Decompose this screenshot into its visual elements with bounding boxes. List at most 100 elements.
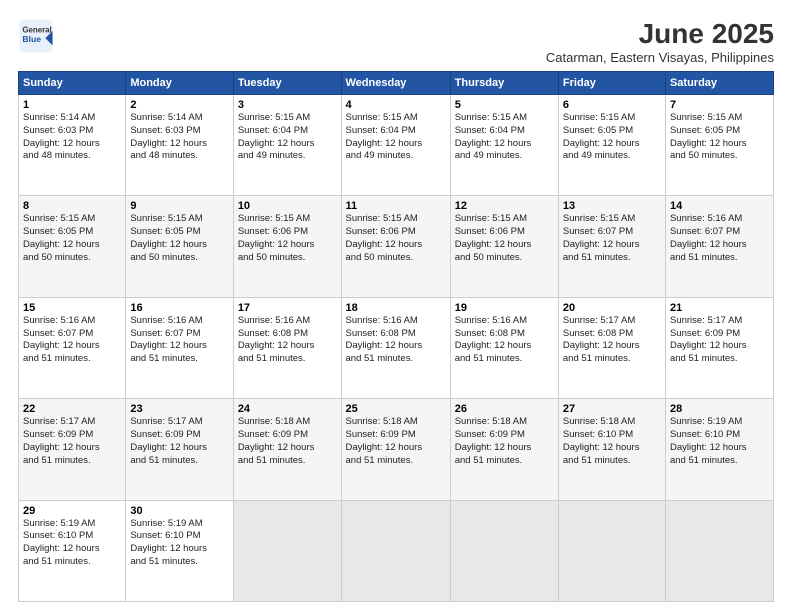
day-info: Sunrise: 5:15 AMSunset: 6:04 PMDaylight:… xyxy=(238,112,337,163)
day-info: Sunrise: 5:15 AMSunset: 6:04 PMDaylight:… xyxy=(346,112,446,163)
logo: General Blue xyxy=(18,18,54,54)
calendar-cell: 24Sunrise: 5:18 AMSunset: 6:09 PMDayligh… xyxy=(233,399,341,500)
day-number: 22 xyxy=(23,403,121,415)
calendar-cell: 3Sunrise: 5:15 AMSunset: 6:04 PMDaylight… xyxy=(233,95,341,196)
calendar-cell: 12Sunrise: 5:15 AMSunset: 6:06 PMDayligh… xyxy=(450,196,558,297)
day-info: Sunrise: 5:15 AMSunset: 6:05 PMDaylight:… xyxy=(130,213,228,264)
calendar-cell: 30Sunrise: 5:19 AMSunset: 6:10 PMDayligh… xyxy=(126,500,233,601)
svg-text:Blue: Blue xyxy=(22,34,41,44)
day-info: Sunrise: 5:16 AMSunset: 6:07 PMDaylight:… xyxy=(130,315,228,366)
calendar-header-friday: Friday xyxy=(558,72,665,95)
day-number: 1 xyxy=(23,99,121,111)
day-number: 23 xyxy=(130,403,228,415)
day-number: 25 xyxy=(346,403,446,415)
day-number: 20 xyxy=(563,302,661,314)
calendar-cell: 2Sunrise: 5:14 AMSunset: 6:03 PMDaylight… xyxy=(126,95,233,196)
calendar-cell: 14Sunrise: 5:16 AMSunset: 6:07 PMDayligh… xyxy=(665,196,773,297)
day-info: Sunrise: 5:17 AMSunset: 6:09 PMDaylight:… xyxy=(670,315,769,366)
day-info: Sunrise: 5:18 AMSunset: 6:09 PMDaylight:… xyxy=(346,416,446,467)
day-number: 30 xyxy=(130,505,228,517)
day-number: 11 xyxy=(346,200,446,212)
title-block: June 2025 Catarman, Eastern Visayas, Phi… xyxy=(546,18,774,65)
calendar-cell: 8Sunrise: 5:15 AMSunset: 6:05 PMDaylight… xyxy=(19,196,126,297)
day-number: 10 xyxy=(238,200,337,212)
day-number: 8 xyxy=(23,200,121,212)
day-number: 19 xyxy=(455,302,554,314)
calendar-header-saturday: Saturday xyxy=(665,72,773,95)
day-info: Sunrise: 5:16 AMSunset: 6:07 PMDaylight:… xyxy=(670,213,769,264)
calendar-cell: 28Sunrise: 5:19 AMSunset: 6:10 PMDayligh… xyxy=(665,399,773,500)
calendar-header-thursday: Thursday xyxy=(450,72,558,95)
day-info: Sunrise: 5:18 AMSunset: 6:09 PMDaylight:… xyxy=(455,416,554,467)
day-number: 18 xyxy=(346,302,446,314)
day-number: 12 xyxy=(455,200,554,212)
day-number: 7 xyxy=(670,99,769,111)
calendar-week-row: 15Sunrise: 5:16 AMSunset: 6:07 PMDayligh… xyxy=(19,297,774,398)
day-info: Sunrise: 5:18 AMSunset: 6:09 PMDaylight:… xyxy=(238,416,337,467)
calendar-header-monday: Monday xyxy=(126,72,233,95)
day-number: 9 xyxy=(130,200,228,212)
calendar-header-tuesday: Tuesday xyxy=(233,72,341,95)
calendar-week-row: 1Sunrise: 5:14 AMSunset: 6:03 PMDaylight… xyxy=(19,95,774,196)
day-info: Sunrise: 5:17 AMSunset: 6:09 PMDaylight:… xyxy=(23,416,121,467)
header: General Blue June 2025 Catarman, Eastern… xyxy=(18,18,774,65)
day-info: Sunrise: 5:14 AMSunset: 6:03 PMDaylight:… xyxy=(23,112,121,163)
calendar-cell: 27Sunrise: 5:18 AMSunset: 6:10 PMDayligh… xyxy=(558,399,665,500)
day-info: Sunrise: 5:16 AMSunset: 6:08 PMDaylight:… xyxy=(238,315,337,366)
calendar-cell: 26Sunrise: 5:18 AMSunset: 6:09 PMDayligh… xyxy=(450,399,558,500)
calendar-cell: 15Sunrise: 5:16 AMSunset: 6:07 PMDayligh… xyxy=(19,297,126,398)
day-number: 17 xyxy=(238,302,337,314)
calendar-header-row: SundayMondayTuesdayWednesdayThursdayFrid… xyxy=(19,72,774,95)
day-number: 6 xyxy=(563,99,661,111)
day-number: 21 xyxy=(670,302,769,314)
calendar-cell: 20Sunrise: 5:17 AMSunset: 6:08 PMDayligh… xyxy=(558,297,665,398)
day-info: Sunrise: 5:15 AMSunset: 6:06 PMDaylight:… xyxy=(346,213,446,264)
calendar-cell xyxy=(665,500,773,601)
day-info: Sunrise: 5:16 AMSunset: 6:07 PMDaylight:… xyxy=(23,315,121,366)
day-info: Sunrise: 5:17 AMSunset: 6:09 PMDaylight:… xyxy=(130,416,228,467)
calendar-cell: 4Sunrise: 5:15 AMSunset: 6:04 PMDaylight… xyxy=(341,95,450,196)
day-number: 24 xyxy=(238,403,337,415)
day-number: 29 xyxy=(23,505,121,517)
calendar-cell: 11Sunrise: 5:15 AMSunset: 6:06 PMDayligh… xyxy=(341,196,450,297)
calendar-cell: 19Sunrise: 5:16 AMSunset: 6:08 PMDayligh… xyxy=(450,297,558,398)
calendar-cell: 1Sunrise: 5:14 AMSunset: 6:03 PMDaylight… xyxy=(19,95,126,196)
calendar-cell: 18Sunrise: 5:16 AMSunset: 6:08 PMDayligh… xyxy=(341,297,450,398)
calendar-table: SundayMondayTuesdayWednesdayThursdayFrid… xyxy=(18,71,774,602)
page: General Blue June 2025 Catarman, Eastern… xyxy=(0,0,792,612)
day-number: 3 xyxy=(238,99,337,111)
generalblue-logo-icon: General Blue xyxy=(18,18,54,54)
day-number: 16 xyxy=(130,302,228,314)
calendar-cell xyxy=(558,500,665,601)
calendar-cell xyxy=(233,500,341,601)
calendar-cell: 16Sunrise: 5:16 AMSunset: 6:07 PMDayligh… xyxy=(126,297,233,398)
calendar-cell: 22Sunrise: 5:17 AMSunset: 6:09 PMDayligh… xyxy=(19,399,126,500)
calendar-cell: 7Sunrise: 5:15 AMSunset: 6:05 PMDaylight… xyxy=(665,95,773,196)
calendar-cell: 6Sunrise: 5:15 AMSunset: 6:05 PMDaylight… xyxy=(558,95,665,196)
calendar-cell xyxy=(450,500,558,601)
day-number: 28 xyxy=(670,403,769,415)
day-number: 27 xyxy=(563,403,661,415)
subtitle: Catarman, Eastern Visayas, Philippines xyxy=(546,50,774,65)
calendar-cell: 10Sunrise: 5:15 AMSunset: 6:06 PMDayligh… xyxy=(233,196,341,297)
day-number: 13 xyxy=(563,200,661,212)
day-info: Sunrise: 5:16 AMSunset: 6:08 PMDaylight:… xyxy=(455,315,554,366)
calendar-cell: 23Sunrise: 5:17 AMSunset: 6:09 PMDayligh… xyxy=(126,399,233,500)
day-info: Sunrise: 5:17 AMSunset: 6:08 PMDaylight:… xyxy=(563,315,661,366)
day-number: 5 xyxy=(455,99,554,111)
day-info: Sunrise: 5:15 AMSunset: 6:04 PMDaylight:… xyxy=(455,112,554,163)
day-number: 14 xyxy=(670,200,769,212)
calendar-cell: 25Sunrise: 5:18 AMSunset: 6:09 PMDayligh… xyxy=(341,399,450,500)
day-number: 26 xyxy=(455,403,554,415)
day-info: Sunrise: 5:15 AMSunset: 6:05 PMDaylight:… xyxy=(670,112,769,163)
day-info: Sunrise: 5:15 AMSunset: 6:07 PMDaylight:… xyxy=(563,213,661,264)
calendar-week-row: 29Sunrise: 5:19 AMSunset: 6:10 PMDayligh… xyxy=(19,500,774,601)
day-info: Sunrise: 5:19 AMSunset: 6:10 PMDaylight:… xyxy=(23,518,121,569)
day-info: Sunrise: 5:15 AMSunset: 6:06 PMDaylight:… xyxy=(238,213,337,264)
calendar-header-wednesday: Wednesday xyxy=(341,72,450,95)
calendar-cell: 29Sunrise: 5:19 AMSunset: 6:10 PMDayligh… xyxy=(19,500,126,601)
day-info: Sunrise: 5:19 AMSunset: 6:10 PMDaylight:… xyxy=(130,518,228,569)
calendar-cell: 21Sunrise: 5:17 AMSunset: 6:09 PMDayligh… xyxy=(665,297,773,398)
calendar-cell: 9Sunrise: 5:15 AMSunset: 6:05 PMDaylight… xyxy=(126,196,233,297)
day-number: 2 xyxy=(130,99,228,111)
